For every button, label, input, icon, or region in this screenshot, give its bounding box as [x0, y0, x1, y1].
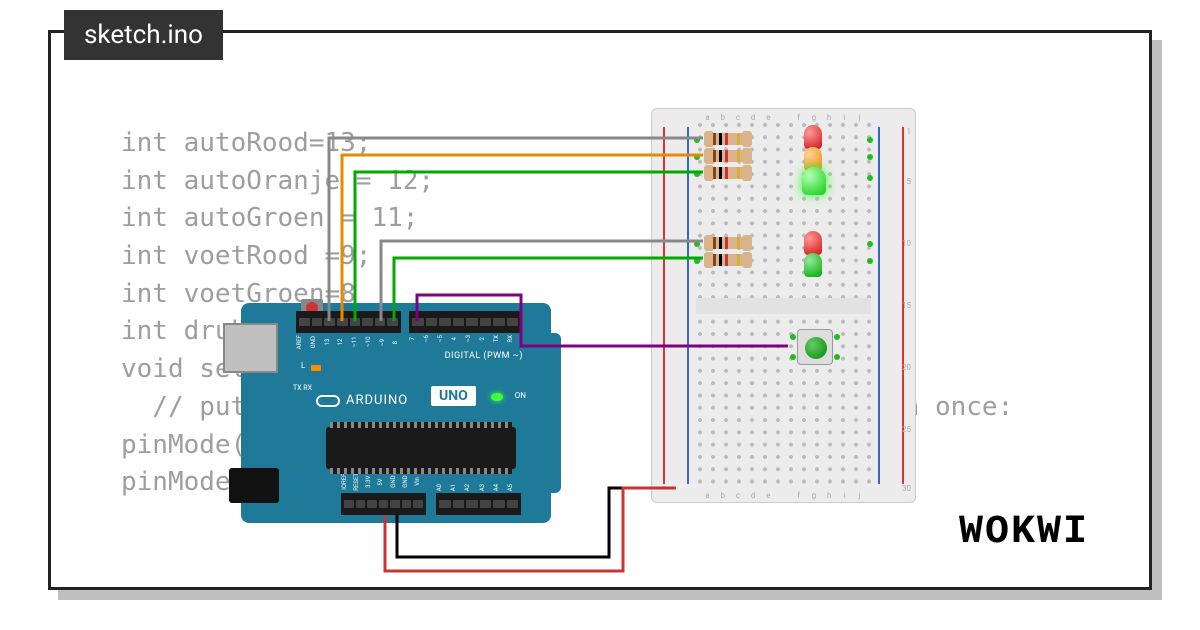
pin-labels-power: IOREFRESET3.3V5VGNDGNDVin: [341, 473, 426, 491]
resistor-2: [707, 150, 749, 162]
led-voet-rood: [804, 231, 822, 255]
rail-dot: [694, 137, 700, 143]
pushbutton[interactable]: [797, 329, 833, 365]
rail-dot: [694, 154, 700, 160]
resistor-1: [707, 133, 749, 145]
digital-header-right: [409, 311, 521, 333]
resistor-3: [707, 167, 749, 179]
pin-labels-analog: A0A1A2A3A4A5: [436, 484, 521, 491]
wokwi-logo: WOKWI: [959, 510, 1089, 555]
rail-dot: [694, 171, 700, 177]
rail-dot: [694, 258, 700, 264]
power-led-label: ON: [515, 391, 526, 400]
resistor-5: [707, 254, 749, 266]
rail-dot: [867, 137, 873, 143]
bb-cols-bot: abcdefghij: [700, 491, 867, 500]
led-auto-groen: [802, 167, 826, 195]
usb-port: [223, 323, 278, 373]
resistor-4: [707, 237, 749, 249]
pin-labels-top-left: AREFGND1312~11~10~98: [296, 335, 406, 349]
filename-tab[interactable]: sketch.ino: [64, 10, 223, 60]
arduino-logo-icon: [316, 395, 340, 407]
arduino-board: AREFGND1312~11~10~98 7~6~54~32TXRX IOREF…: [241, 303, 551, 523]
pin-labels-top-right: 7~6~54~32TXRX: [409, 335, 521, 342]
digital-header-left: [296, 311, 401, 333]
arduino-brand: ARDUINO: [316, 393, 408, 408]
bb-row-10: 10: [902, 239, 911, 248]
rail-dot: [867, 154, 873, 160]
led-l-label: L: [301, 361, 305, 370]
led-auto-rood: [804, 125, 822, 149]
power-rail-left: [660, 121, 692, 490]
rail-dot: [867, 241, 873, 247]
preview-card: int autoRood=13; int autoOranje = 12; in…: [48, 30, 1152, 590]
rail-dot: [694, 241, 700, 247]
bb-row-20: 20: [902, 363, 911, 372]
atmega-chip: [326, 427, 516, 469]
power-header: [341, 493, 426, 515]
arduino-model: UNO: [431, 386, 476, 406]
bb-row-30: 30: [902, 484, 911, 493]
digital-section-label: DIGITAL (PWM ~): [445, 351, 523, 361]
bb-cols-top: abcdefghij: [700, 113, 867, 122]
bb-row-1: 1: [907, 127, 912, 136]
bb-row-25: 25: [902, 425, 911, 434]
power-jack: [229, 468, 279, 503]
led-voet-groen: [804, 253, 822, 277]
bb-row-15: 15: [902, 301, 911, 310]
txrx-labels: TX RX: [293, 383, 312, 394]
power-led-icon: [491, 393, 503, 401]
analog-header: [436, 493, 521, 515]
rail-dot: [867, 258, 873, 264]
rail-dot: [867, 175, 873, 181]
led-l-icon: [311, 365, 321, 371]
bb-row-5: 5: [907, 177, 912, 186]
breadboard: abcdefghij abcdefghij 1 5 10 15 20 25 30: [651, 108, 916, 503]
